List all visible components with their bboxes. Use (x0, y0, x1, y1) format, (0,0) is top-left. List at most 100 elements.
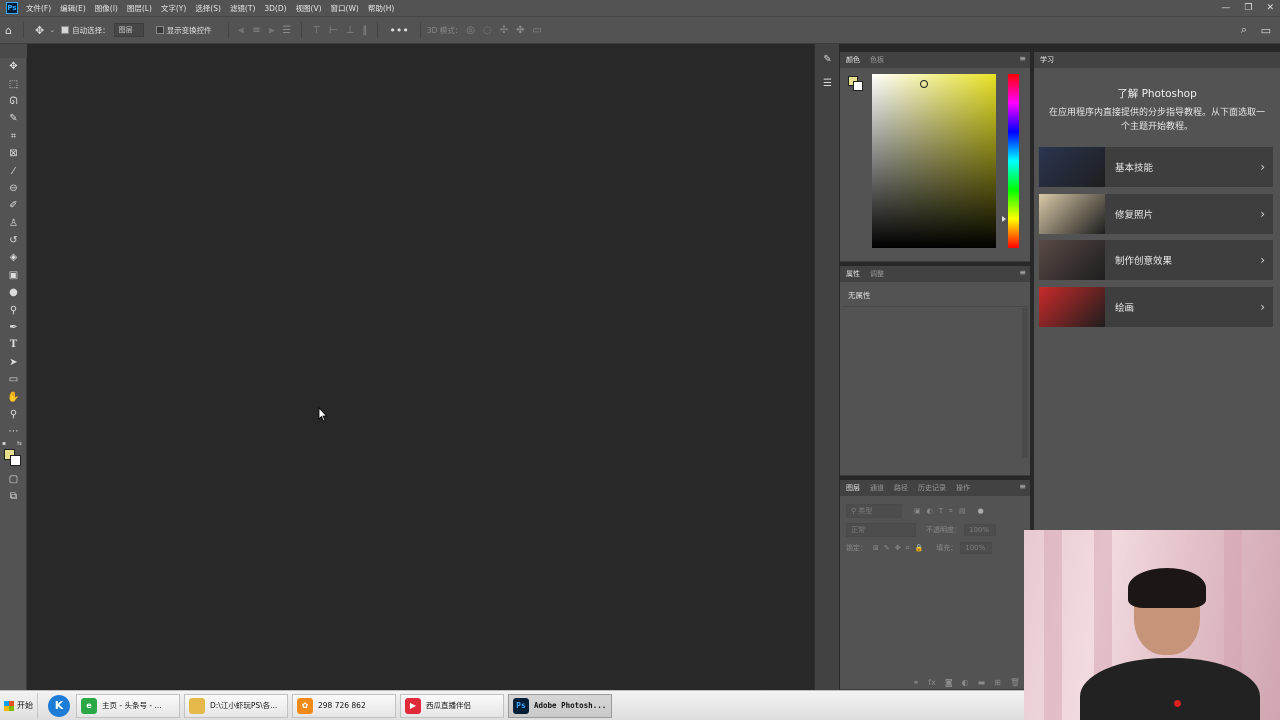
align-bottom-icon[interactable]: ⊥ (346, 25, 355, 36)
move-tool-icon[interactable]: ✥ (35, 24, 44, 37)
lock-icons[interactable]: ⊠✎✥⌗🔒 (873, 544, 928, 553)
layer-filter-icons[interactable]: ▣◐T⌗▤ (914, 507, 972, 516)
taskbar-item-folder[interactable]: D:\江小虾玩PS\各... (184, 693, 288, 718)
learn-card-painting[interactable]: 绘画 › (1039, 287, 1273, 327)
align-left-icon[interactable]: ⫷ (239, 25, 245, 36)
3d-pan-icon[interactable]: ✣ (500, 25, 508, 36)
default-colors-icon[interactable]: ▪ (2, 440, 6, 447)
learn-card-basic-skills[interactable]: 基本技能 › (1039, 147, 1273, 187)
healing-brush-tool-icon[interactable]: ⊖ (0, 180, 27, 197)
color-picker-handle[interactable] (920, 80, 928, 88)
menu-3d[interactable]: 3D(D) (264, 4, 286, 13)
workspace-icon[interactable]: ▭ (1261, 24, 1271, 37)
tab-adjustments[interactable]: 调整 (870, 269, 884, 279)
brush-tool-icon[interactable]: ✐ (0, 197, 27, 214)
taskbar-item-browser[interactable]: e 主页 - 头条号 - ... (76, 693, 180, 718)
more-options-icon[interactable]: ••• (389, 24, 408, 37)
fill-input[interactable]: 100% (960, 542, 993, 554)
minimize-button[interactable]: — (1221, 3, 1230, 13)
taskbar-item-chat[interactable]: ✿ 298 726 862 (292, 693, 396, 718)
menu-help[interactable]: 帮助(H) (368, 3, 395, 14)
tab-history[interactable]: 历史记录 (918, 483, 946, 493)
menu-type[interactable]: 文字(Y) (161, 3, 186, 14)
background-color-swatch[interactable] (10, 454, 21, 466)
3d-scale-icon[interactable]: ▭ (533, 25, 542, 36)
panel-menu-icon[interactable]: ≡ (1019, 54, 1026, 63)
align-middle-icon[interactable]: ⊢ (329, 25, 338, 36)
chevron-down-icon[interactable]: ⌄ (49, 26, 55, 34)
quick-mask-icon[interactable]: ▢ (0, 471, 27, 488)
home-icon[interactable]: ⌂ (5, 24, 12, 37)
menu-view[interactable]: 视图(V) (296, 3, 322, 14)
hue-slider-handle[interactable] (1002, 216, 1006, 222)
new-layer-icon[interactable]: ⊞ (994, 678, 1001, 687)
frame-tool-icon[interactable]: ⊠ (0, 145, 27, 162)
tab-layers[interactable]: 图层 (846, 483, 860, 493)
menu-file[interactable]: 文件(F) (26, 3, 51, 14)
brush-settings-icon[interactable]: ✎ (815, 50, 840, 68)
distribute-icon[interactable]: ☰ (282, 25, 291, 36)
align-top-icon[interactable]: ⊤ (312, 25, 321, 36)
learn-card-creative-effects[interactable]: 制作创意效果 › (1039, 240, 1273, 280)
type-tool-icon[interactable]: T (0, 336, 27, 353)
quick-launch-k-icon[interactable]: K (48, 694, 70, 717)
menu-filter[interactable]: 滤镜(T) (230, 3, 255, 14)
dodge-tool-icon[interactable]: ⚲ (0, 301, 27, 318)
learn-card-fix-photo[interactable]: 修复照片 › (1039, 194, 1273, 234)
lasso-tool-icon[interactable]: ᘏ (0, 93, 27, 110)
panel-menu-icon[interactable]: ≡ (1019, 268, 1026, 277)
menu-layer[interactable]: 图层(L) (127, 3, 152, 14)
menu-window[interactable]: 窗口(W) (331, 3, 359, 14)
zoom-tool-icon[interactable]: ⚲ (0, 406, 27, 423)
distribute-vertical-icon[interactable]: ‖ (362, 25, 367, 36)
tab-learn[interactable]: 学习 (1040, 55, 1054, 65)
gradient-tool-icon[interactable]: ▣ (0, 267, 27, 284)
menu-edit[interactable]: 编辑(E) (60, 3, 86, 14)
document-canvas-area[interactable] (28, 44, 812, 690)
clone-stamp-tool-icon[interactable]: ♙ (0, 215, 27, 232)
panel-menu-icon[interactable]: ≡ (1019, 482, 1026, 491)
eyedropper-tool-icon[interactable]: ⁄ (0, 162, 27, 179)
taskbar-item-photoshop[interactable]: Ps Adobe Photosh... (508, 693, 612, 718)
eraser-tool-icon[interactable]: ◈ (0, 249, 27, 266)
delete-layer-icon[interactable]: 🗑 (1010, 678, 1020, 687)
adjustment-layer-icon[interactable]: ◐ (962, 678, 969, 687)
link-layers-icon[interactable]: ⚭ (913, 678, 920, 687)
path-selection-tool-icon[interactable]: ➤ (0, 354, 27, 371)
menu-image[interactable]: 图像(I) (95, 3, 118, 14)
hand-tool-icon[interactable]: ✋ (0, 388, 27, 405)
edit-toolbar-icon[interactable]: ⋯ (0, 423, 27, 440)
tab-paths[interactable]: 路径 (894, 483, 908, 493)
align-right-icon[interactable]: ⫸ (269, 25, 275, 36)
pen-tool-icon[interactable]: ✒ (0, 319, 27, 336)
adjustments-icon[interactable]: ☰ (815, 74, 840, 92)
color-swatches[interactable]: ▪ ⇆ (0, 440, 27, 471)
crop-tool-icon[interactable]: ⌗ (0, 128, 27, 145)
menu-select[interactable]: 选择(S) (195, 3, 221, 14)
search-icon[interactable]: ⌕ (1241, 23, 1247, 37)
restore-button[interactable]: ❐ (1244, 3, 1252, 13)
3d-orbit-icon[interactable]: ◎ (466, 25, 475, 36)
tab-properties[interactable]: 属性 (846, 269, 860, 279)
3d-slide-icon[interactable]: ✤ (516, 25, 524, 36)
hue-slider[interactable] (1008, 74, 1019, 248)
show-transform-checkbox[interactable] (155, 26, 164, 34)
blend-mode-select[interactable]: 正常 (846, 523, 916, 537)
toolbar-grip[interactable] (0, 44, 27, 58)
tab-actions[interactable]: 操作 (956, 483, 970, 493)
history-brush-tool-icon[interactable]: ↺ (0, 232, 27, 249)
close-button[interactable]: ✕ (1266, 3, 1274, 13)
blur-tool-icon[interactable]: ● (0, 284, 27, 301)
tab-color[interactable]: 颜色 (846, 55, 860, 65)
new-group-icon[interactable]: ▬ (978, 678, 986, 687)
taskbar-item-live-companion[interactable]: ▶ 西瓜直播伴侣 (400, 693, 504, 718)
marquee-tool-icon[interactable]: ⬚ (0, 75, 27, 92)
align-center-icon[interactable]: ≡ (252, 25, 260, 36)
add-mask-icon[interactable]: ◙ (945, 678, 953, 687)
tab-swatches[interactable]: 色板 (870, 55, 884, 65)
filter-toggle-icon[interactable]: ● (978, 507, 984, 515)
color-field[interactable] (872, 74, 996, 248)
opacity-input[interactable]: 100% (964, 524, 996, 536)
tab-channels[interactable]: 通道 (870, 483, 884, 493)
screen-mode-icon[interactable]: ⧉ (0, 488, 27, 505)
